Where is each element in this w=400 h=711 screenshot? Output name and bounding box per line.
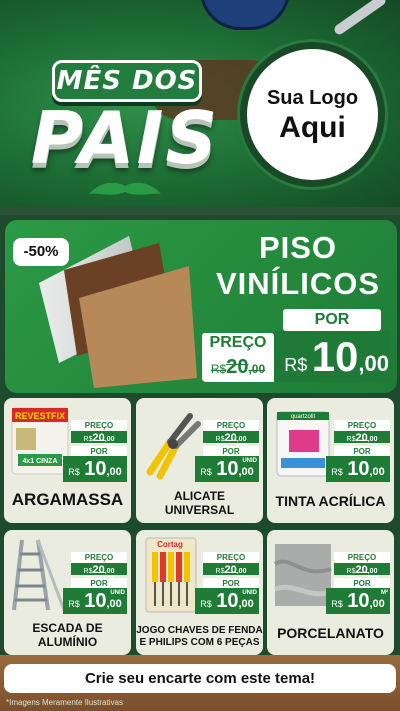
product-name: TINTA ACRÍLICA [275, 493, 386, 509]
product-card-porcelanato[interactable]: PREÇO R$20,00 POR R$ 10,00 M² PORCELANAT… [267, 530, 394, 655]
price-block: PREÇO R$20,00 POR [71, 420, 127, 457]
product-card-escada[interactable]: PREÇO R$20,00 POR R$ 10,00 UNID ESCADA D… [4, 530, 131, 655]
logo-placeholder[interactable]: Sua Logo Aqui [240, 42, 385, 187]
disclaimer-text: *Imagens Meramente Ilustrativas [6, 698, 123, 707]
campaign-title: MÊS DOS PAIS [10, 40, 240, 200]
hero-title-line2: VINÍLICOS [215, 266, 380, 301]
logo-text-line2: Aqui [279, 110, 346, 144]
product-name: ESCADA DE ALUMÍNIO [32, 621, 103, 649]
price-block: PREÇO R$20,00 POR [71, 552, 127, 589]
product-card-argamassa[interactable]: REVESTFIX 4x1 CINZA PREÇO R$20,00 POR R$… [4, 398, 131, 523]
preco-label: PREÇO [71, 420, 127, 431]
divider-strip [0, 207, 400, 215]
svg-text:quartzolit: quartzolit [291, 414, 316, 420]
logo-text-line1: Sua Logo [266, 86, 359, 109]
header-banner: MÊS DOS PAIS Sua Logo Aqui [0, 0, 400, 210]
title-main: PAIS [30, 96, 220, 180]
product-name: ARGAMASSA [11, 490, 124, 509]
price-block: PREÇO R$20,00 POR [203, 420, 259, 457]
product-name: JOGO CHAVES DE FENDA E PHILIPS COM 6 PEÇ… [136, 625, 263, 648]
tie-decoration [200, 0, 290, 30]
old-price: R$20,00 [71, 431, 127, 444]
new-cents: ,00 [358, 351, 389, 376]
pack-text: 4x1 CINZA [22, 458, 57, 465]
hero-new-price: R$ 10,00 [274, 331, 391, 382]
product-card-alicate[interactable]: PREÇO R$20,00 POR R$ 10,00 UNID ALICATE … [136, 398, 263, 523]
hero-title-line1: PISO [258, 230, 338, 265]
price-block: PREÇO R$20,00 POR [334, 420, 390, 457]
brand-text: REVESTFIX [15, 411, 65, 421]
old-currency: R$ [210, 362, 227, 376]
unit-label: M² [381, 590, 388, 596]
unit-label: UNID [242, 458, 257, 464]
cta-banner[interactable]: Crie seu encarte com este tema! [4, 664, 396, 693]
new-int: 10 [311, 333, 359, 380]
discount-badge: -50% [13, 238, 69, 266]
wrench-icon [332, 0, 388, 37]
price-block: PREÇO R$20,00 POR [203, 552, 259, 589]
hero-preco-label: PREÇO [202, 333, 274, 353]
unit-label: UNID [242, 590, 257, 596]
svg-text:Cortag: Cortag [157, 540, 183, 549]
hero-old-price: R$20,00 [202, 352, 274, 382]
new-price: R$ 10,00 [326, 456, 390, 482]
mustache-icon [89, 182, 161, 195]
unit-label: UNID [110, 590, 125, 596]
new-currency: R$ [284, 355, 308, 375]
old-cents: ,00 [248, 362, 266, 376]
product-name: ALICATE UNIVERSAL [164, 489, 235, 517]
old-int: 20 [226, 356, 249, 378]
product-card-chaves[interactable]: Cortag PREÇO R$20,00 POR R$ 10,00 UNID J… [136, 530, 263, 655]
featured-offer[interactable]: -50% PISO VINÍLICOS POR PREÇO R$20,00 R$… [5, 220, 397, 393]
product-name: PORCELANATO [277, 625, 384, 641]
price-block: PREÇO R$20,00 POR [334, 552, 390, 589]
hero-title: PISO VINÍLICOS [205, 230, 391, 302]
new-price: R$ 10,00 [63, 456, 127, 482]
hero-por-label: POR [283, 309, 381, 331]
product-card-tinta[interactable]: quartzolit PREÇO R$20,00 POR R$ 10,00 TI… [267, 398, 394, 523]
